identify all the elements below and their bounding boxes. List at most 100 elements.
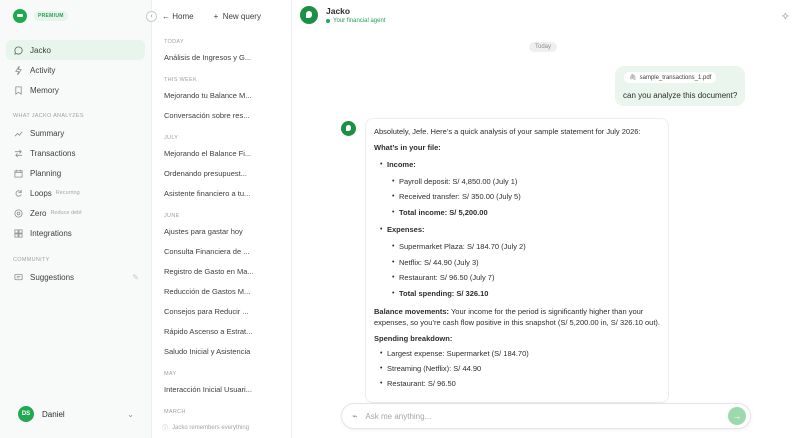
community-section-label: COMMUNITY: [13, 257, 50, 263]
expense-line: Supermarket Plaza: S/ 184.70 (July 2): [399, 242, 526, 251]
history-footer-text: Jacko remembers everything: [172, 424, 250, 431]
list-item: • Restaurant: S/ 96.50 (July 7): [392, 273, 495, 282]
history-item[interactable]: Ajustes para gastar hoy: [164, 222, 286, 242]
sidebar-item-label: Planning: [30, 168, 62, 178]
message-input[interactable]: [365, 411, 728, 421]
sidebar-item-memory[interactable]: Memory: [6, 80, 145, 100]
user-message-text: can you analyze this document?: [623, 91, 738, 100]
swap-icon: [13, 148, 23, 158]
history-toolbar: ‹ ← Home + New query: [146, 8, 292, 24]
history-item[interactable]: Rápido Ascenso a Estrat...: [164, 322, 286, 342]
sidebar-item-label: Transactions: [30, 148, 76, 158]
history-footer: ⓘ Jacko remembers everything: [162, 423, 250, 433]
sidebar-item-label: Summary: [30, 128, 65, 138]
agent-info: Jacko Your financial agent: [326, 6, 386, 24]
breakdown-line: Restaurant: S/ 96.50: [387, 379, 456, 389]
agent-avatar: [300, 6, 318, 24]
sidebar-item-transactions[interactable]: Transactions: [6, 143, 145, 163]
main-nav: Jacko Activity Memory: [6, 40, 145, 100]
user-name: Daniel: [42, 409, 65, 419]
history-item[interactable]: Saludo Inicial y Asistencia: [164, 342, 286, 362]
history-item[interactable]: Mejorando el Balance Fi...: [164, 144, 286, 164]
list-item: • Netflix: S/ 44.90 (July 3): [392, 257, 479, 267]
breakdown-line: Largest expense: Supermarket (S/ 184.70): [387, 349, 529, 359]
send-button[interactable]: →: [728, 407, 746, 425]
chevron-down-icon: ⌄: [127, 409, 134, 419]
day-separator: Today: [529, 42, 558, 52]
refresh-icon: [13, 188, 23, 198]
history-item[interactable]: Registro de Gasto en Ma...: [164, 262, 286, 282]
history-group-label: JUNE: [164, 213, 180, 219]
avatar: DS: [18, 406, 34, 422]
sidebar-item-loops[interactable]: Loops Recurring: [6, 183, 145, 203]
balance-paragraph: Balance movements: Your income for the p…: [374, 307, 660, 328]
sidebar-item-label: Zero: [30, 208, 47, 218]
attachment-chip[interactable]: 🖇 sample_transactions_1.pdf: [624, 72, 717, 83]
history-item[interactable]: Consulta Financiera de ...: [164, 242, 286, 262]
expenses-label: Expenses:: [387, 225, 425, 234]
sidebar-item-activity[interactable]: Activity: [6, 60, 145, 80]
history-item[interactable]: Interacción Inicial Usuari...: [164, 380, 286, 400]
history-item[interactable]: Consejos para Reducir ...: [164, 302, 286, 322]
edit-icon[interactable]: ✎: [132, 273, 139, 282]
sparkle-icon[interactable]: ✧: [781, 10, 790, 23]
history-item[interactable]: Conversación sobre res...: [164, 106, 286, 126]
sidebar-item-planning[interactable]: Planning: [6, 163, 145, 183]
list-item: • Supermarket Plaza: S/ 184.70 (July 2): [392, 242, 526, 251]
target-icon: [13, 208, 23, 218]
home-link[interactable]: ← Home: [162, 12, 194, 21]
history-item[interactable]: Ordenando presupuest...: [164, 164, 286, 184]
message-icon: [13, 272, 23, 282]
reply-heading: What’s in your file:: [374, 142, 441, 152]
brand: PREMIUM: [13, 9, 68, 23]
history-item[interactable]: Análisis de Ingresos y G...: [164, 48, 286, 68]
sidebar-item-integrations[interactable]: Integrations: [6, 223, 145, 243]
history-group-label: MAY: [164, 371, 177, 377]
bot-avatar: [341, 121, 356, 136]
new-query-label: New query: [222, 11, 261, 21]
agent-status: Your financial agent: [326, 18, 386, 24]
expense-line: Netflix: S/ 44.90 (July 3): [399, 257, 479, 267]
history-item[interactable]: Asistente financiero a tu...: [164, 184, 286, 204]
sidebar: PREMIUM Jacko Activity Memory WHAT JACKO…: [0, 0, 152, 438]
history-group-label: JULY: [164, 135, 179, 141]
list-item: • Payroll deposit: S/ 4,850.00 (July 1): [392, 176, 518, 186]
list-item: • Total income: S/ 5,200.00: [392, 207, 488, 217]
sidebar-item-label: Loops: [30, 188, 52, 198]
history-item[interactable]: Mejorando tu Balance M...: [164, 86, 286, 106]
history-item[interactable]: Reducción de Gastos M...: [164, 282, 286, 302]
sidebar-item-suggestions[interactable]: Suggestions ✎: [6, 267, 145, 287]
user-menu[interactable]: DS Daniel ⌄: [18, 406, 134, 422]
chat-header: Jacko Your financial agent: [300, 6, 386, 24]
chat-area: Jacko Your financial agent ✧ Today 🖇 sam…: [292, 0, 800, 438]
sidebar-item-label: Memory: [30, 85, 59, 95]
history-panel: ‹ ← Home + New query TODAY Análisis de I…: [146, 0, 292, 438]
history-group-label: MARCH: [164, 409, 186, 415]
list-item: • Received transfer: S/ 350.00 (July 5): [392, 192, 521, 201]
calendar-icon: [13, 168, 23, 178]
sidebar-item-summary[interactable]: Summary: [6, 123, 145, 143]
jacko-logo-icon[interactable]: [13, 9, 27, 23]
grid-icon: [13, 228, 23, 238]
sidebar-item-label: Suggestions: [30, 272, 75, 282]
new-query-button[interactable]: + New query: [214, 12, 261, 21]
online-dot-icon: [326, 19, 330, 23]
arrow-right-icon: →: [732, 411, 742, 421]
analyzes-nav: Summary Transactions Planning Loops Recu…: [6, 123, 145, 243]
collapse-sidebar-button[interactable]: ‹: [146, 10, 157, 22]
sidebar-item-jacko[interactable]: Jacko: [6, 40, 145, 60]
list-item: • Restaurant: S/ 96.50: [380, 379, 456, 389]
expenses-total: Total spending: S/ 326.10: [399, 288, 489, 298]
bot-message: Absolutely, Jefe. Here’s a quick analysi…: [365, 118, 669, 403]
sidebar-item-label: Jacko: [30, 45, 51, 55]
sidebar-item-zero[interactable]: Zero Reduce debt: [6, 203, 145, 223]
agent-role-text: Your financial agent: [333, 18, 386, 24]
chat-icon: [13, 45, 23, 55]
list-item: • Streaming (Netflix): S/ 44.90: [380, 364, 482, 374]
bolt-icon: [13, 65, 23, 75]
analyzes-section-label: WHAT JACKO ANALYZES: [13, 113, 84, 119]
reply-intro: Absolutely, Jefe. Here’s a quick analysi…: [374, 127, 641, 136]
income-line: Payroll deposit: S/ 4,850.00 (July 1): [399, 176, 518, 186]
history-group-label: THIS WEEK: [164, 77, 197, 83]
paperclip-icon[interactable]: ⌁: [352, 411, 357, 422]
